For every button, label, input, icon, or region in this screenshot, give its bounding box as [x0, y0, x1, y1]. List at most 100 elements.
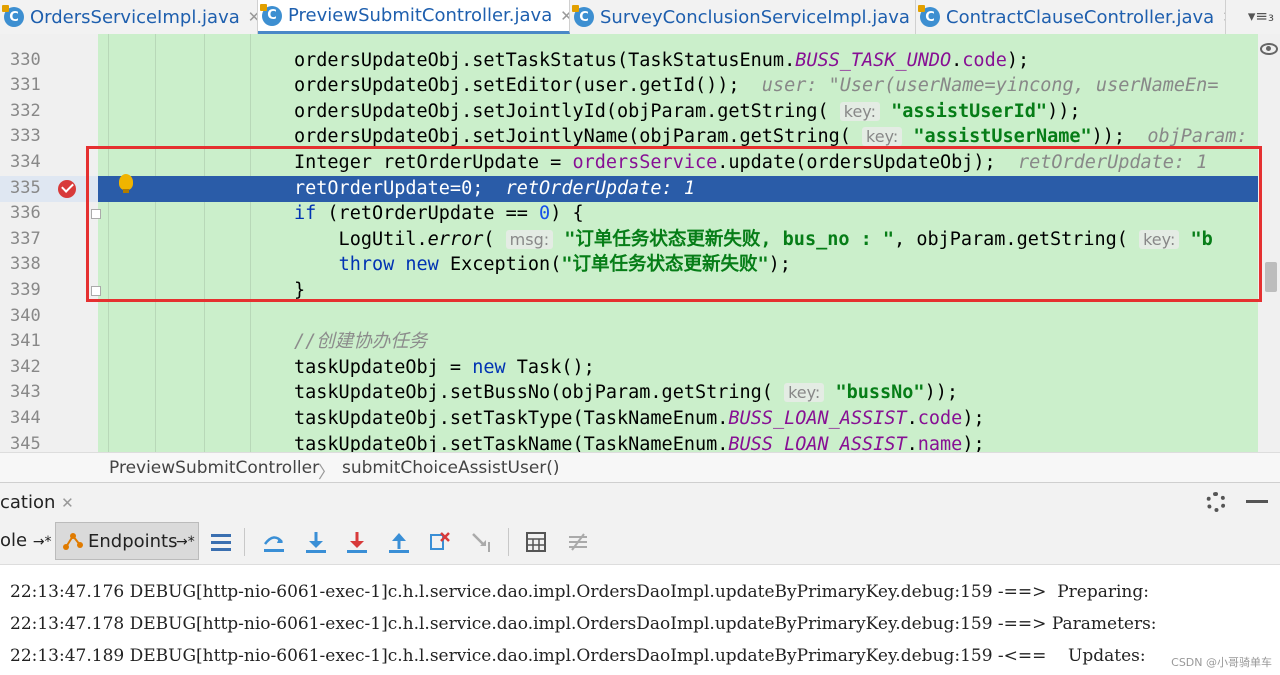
line-number[interactable]: 339: [10, 278, 41, 304]
step-out-icon[interactable]: [387, 530, 411, 554]
code-token: "assistUserId": [891, 101, 1047, 122]
line-number[interactable]: 332: [10, 99, 41, 125]
toolbar-separator: [244, 528, 245, 556]
code-line[interactable]: 331 ordersUpdateObj.setEditor(user.getId(…: [0, 73, 1258, 99]
breadcrumb-separator: 〉: [318, 458, 335, 483]
line-number[interactable]: 344: [10, 406, 41, 432]
code-token: Task();: [506, 357, 595, 378]
close-icon[interactable]: ✕: [248, 8, 258, 26]
tab-overflow-menu-icon[interactable]: ▾≡₃: [1248, 7, 1274, 25]
code-token: new: [472, 357, 505, 378]
breadcrumb-method[interactable]: submitChoiceAssistUser(): [342, 458, 560, 478]
code-token: ));: [925, 382, 958, 403]
breadcrumb-class[interactable]: PreviewSubmitController: [109, 458, 319, 478]
code-token: ));: [1047, 101, 1080, 122]
arrow-icon: →*: [33, 534, 52, 550]
line-number[interactable]: 334: [10, 150, 41, 176]
code-token: ordersUpdateObj.setTaskStatus(TaskStatus…: [294, 50, 795, 71]
code-token: ));: [1092, 126, 1148, 147]
tab-label: OrdersServiceImpl.java: [30, 7, 240, 28]
toolbar-separator: [508, 528, 509, 556]
debug-tab[interactable]: cation ✕: [0, 492, 74, 513]
line-number[interactable]: 331: [10, 73, 41, 99]
tab-orders-service-impl[interactable]: C OrdersServiceImpl.java ✕: [0, 0, 258, 34]
code-line[interactable]: 341 //创建协办任务: [0, 329, 1258, 355]
code-line[interactable]: 342 taskUpdateObj = new Task();: [0, 355, 1258, 381]
breadcrumb: PreviewSubmitController 〉 submitChoiceAs…: [0, 452, 1280, 483]
line-number[interactable]: 341: [10, 329, 41, 355]
endpoints-icon: [62, 531, 84, 551]
tab-survey-conclusion-service-impl[interactable]: C SurveyConclusionServiceImpl.java ✕: [570, 0, 916, 34]
tab-label: PreviewSubmitController.java: [288, 5, 552, 26]
line-number[interactable]: 335: [10, 176, 41, 202]
step-into-icon[interactable]: [304, 530, 328, 554]
gear-icon[interactable]: [1206, 492, 1226, 512]
watermark: CSDN @小哥骑单车: [1171, 654, 1272, 670]
code-text: ordersUpdateObj.setJointlyId(objParam.ge…: [294, 99, 1081, 125]
code-token: [902, 126, 913, 147]
code-text: ordersUpdateObj.setEditor(user.getId());…: [294, 73, 1218, 99]
code-token: );: [1007, 50, 1029, 71]
arrow-icon: →*: [176, 534, 195, 550]
step-over-icon[interactable]: [262, 530, 286, 554]
code-token: key:: [862, 127, 902, 146]
code-line[interactable]: 343 taskUpdateObj.setBussNo(objParam.getS…: [0, 380, 1258, 406]
code-token: code: [918, 408, 963, 429]
evaluate-expression-icon[interactable]: [524, 530, 548, 554]
run-to-cursor-icon[interactable]: [470, 530, 494, 554]
java-class-icon: C: [4, 7, 24, 27]
close-icon[interactable]: ✕: [61, 494, 74, 512]
debug-panel-header: cation ✕: [0, 482, 1280, 522]
log-line: 22:13:47.178 DEBUG[http-nio-6061-exec-1]…: [10, 614, 1157, 634]
console-tab[interactable]: ole →*: [0, 530, 52, 551]
code-line[interactable]: 340: [0, 304, 1258, 330]
scrollbar-thumb[interactable]: [1265, 262, 1277, 292]
tab-preview-submit-controller[interactable]: C PreviewSubmitController.java ✕: [258, 0, 570, 34]
code-token: ordersUpdateObj.setEditor(user.getId());: [294, 75, 762, 96]
code-text: ordersUpdateObj.setTaskStatus(TaskStatus…: [294, 48, 1029, 74]
code-text: //创建协办任务: [294, 329, 427, 355]
line-number[interactable]: 342: [10, 355, 41, 381]
line-number[interactable]: 343: [10, 380, 41, 406]
reader-mode-eye-icon[interactable]: [1260, 43, 1278, 55]
endpoints-tab[interactable]: Endpoints →*: [55, 522, 199, 560]
editor-tab-bar: C OrdersServiceImpl.java ✕ C PreviewSubm…: [0, 0, 1280, 35]
console-output[interactable]: 22:13:47.176 DEBUG[http-nio-6061-exec-1]…: [0, 566, 1280, 675]
console-tab-label: ole: [0, 530, 27, 551]
line-number[interactable]: 330: [10, 48, 41, 74]
drop-frame-icon[interactable]: [428, 530, 452, 554]
code-text: taskUpdateObj = new Task();: [294, 355, 595, 381]
close-icon[interactable]: ✕: [1222, 8, 1226, 26]
code-token: taskUpdateObj.setTaskType(TaskNameEnum.: [294, 408, 728, 429]
code-token: "assistUserName": [913, 126, 1091, 147]
code-token: [880, 101, 891, 122]
code-text: taskUpdateObj.setBussNo(objParam.getStri…: [294, 380, 958, 406]
breakpoint-icon[interactable]: [58, 180, 76, 198]
line-number[interactable]: 336: [10, 201, 41, 227]
tab-label: ContractClauseController.java: [946, 7, 1214, 28]
trace-stream-icon[interactable]: [566, 530, 590, 554]
tab-contract-clause-controller[interactable]: C ContractClauseController.java ✕: [916, 0, 1226, 34]
code-token: key:: [840, 102, 880, 121]
code-token: //创建协办任务: [294, 331, 427, 352]
code-line[interactable]: 330 ordersUpdateObj.setTaskStatus(TaskSta…: [0, 48, 1258, 74]
force-step-into-icon[interactable]: [345, 530, 369, 554]
line-number[interactable]: 338: [10, 252, 41, 278]
code-token: taskUpdateObj =: [294, 357, 472, 378]
code-line[interactable]: 332 ordersUpdateObj.setJointlyId(objParam…: [0, 99, 1258, 125]
code-text: taskUpdateObj.setTaskType(TaskNameEnum.B…: [294, 406, 985, 432]
line-number[interactable]: 333: [10, 124, 41, 150]
java-class-icon: C: [920, 7, 940, 27]
debug-tab-label: cation: [0, 492, 55, 513]
close-icon[interactable]: ✕: [560, 7, 570, 25]
endpoints-tab-label: Endpoints: [88, 531, 178, 552]
code-token: key:: [784, 383, 824, 402]
show-frames-icon[interactable]: [209, 530, 233, 554]
code-token: taskUpdateObj.setBussNo(objParam.getStri…: [294, 382, 784, 403]
line-number[interactable]: 340: [10, 304, 41, 330]
minimize-icon[interactable]: [1246, 500, 1268, 503]
code-line[interactable]: 344 taskUpdateObj.setTaskType(TaskNameEnu…: [0, 406, 1258, 432]
java-class-icon: C: [262, 6, 282, 26]
line-number[interactable]: 337: [10, 227, 41, 253]
code-token: ordersUpdateObj.setJointlyName(objParam.…: [294, 126, 862, 147]
